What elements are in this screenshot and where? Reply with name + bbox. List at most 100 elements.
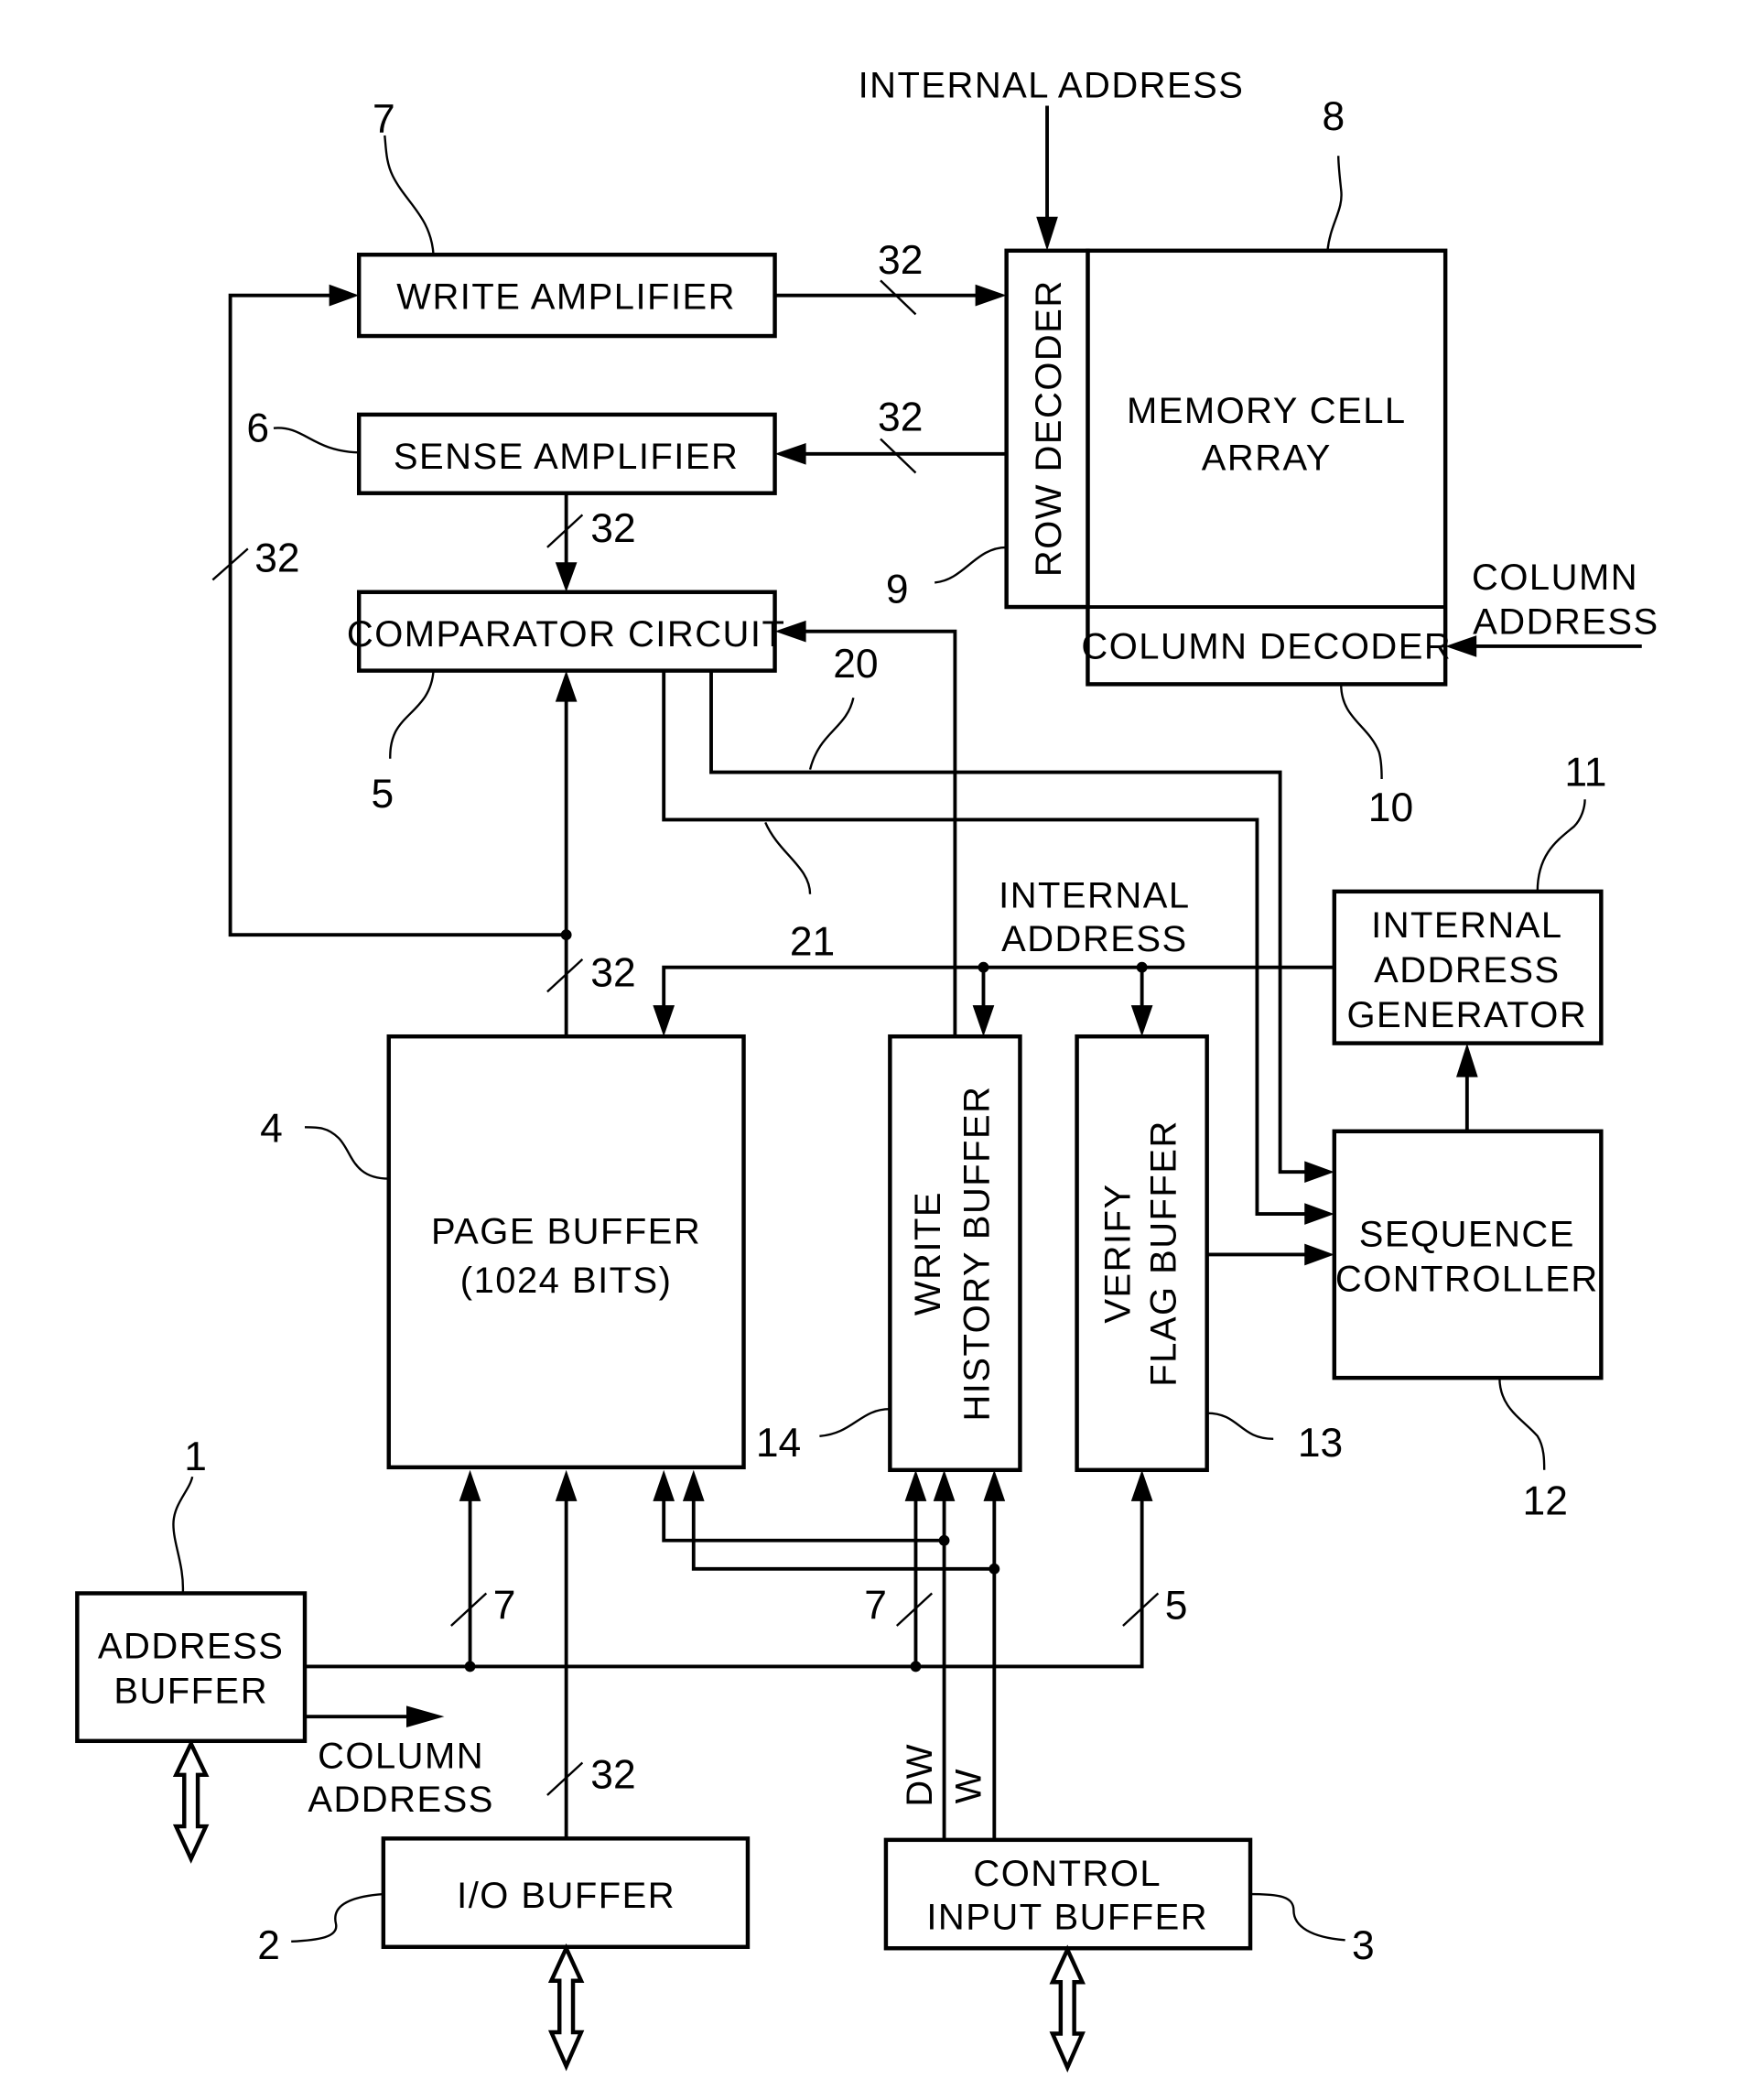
wa-to-array-slash <box>880 279 917 316</box>
address-buffer-label-2: BUFFER <box>113 1671 268 1711</box>
control-input-buffer-label-1: CONTROL <box>973 1854 1161 1894</box>
line-20-leader <box>808 697 855 770</box>
io-buffer-external-double-arrow <box>547 1943 585 2072</box>
block-diagram: WRITE AMPLIFIER SENSE AMPLIFIER COMPARAT… <box>75 66 1659 2073</box>
whb-to-comp-line <box>799 629 957 1037</box>
internal-address-top-label: INTERNAL ADDRESS <box>859 66 1245 106</box>
sequence-controller-label-2: CONTROLLER <box>1335 1259 1599 1299</box>
line-21-label: 21 <box>790 919 835 964</box>
column-address-left-label-1: COLUMN <box>318 1736 484 1776</box>
internal-address-bus <box>662 965 1334 1010</box>
ref-9-leader <box>935 546 1007 584</box>
comparator-circuit-label: COMPARATOR CIRCUIT <box>347 614 785 655</box>
junction-dot <box>560 929 572 941</box>
column-decoder-label: COLUMN DECODER <box>1081 626 1452 666</box>
ref-14: 14 <box>756 1421 801 1466</box>
ref-2: 2 <box>257 1923 280 1968</box>
addr-to-vfb-width: 5 <box>1165 1584 1188 1629</box>
ref-3: 3 <box>1352 1923 1375 1968</box>
ref-12-leader <box>1498 1378 1546 1470</box>
seq-to-iag-arrow <box>1456 1043 1478 1077</box>
control-input-external-double-arrow <box>1049 1944 1086 2073</box>
page-out-width: 32 <box>590 950 635 995</box>
io-buffer-label: I/O BUFFER <box>457 1876 675 1916</box>
io-in-width: 32 <box>590 1753 635 1798</box>
page-to-comp-arrow <box>555 670 578 702</box>
address-buffer-label-1: ADDRESS <box>98 1627 285 1667</box>
ref-7-leader <box>384 135 435 255</box>
feedback-loop-arrow <box>329 284 360 307</box>
column-address-right-label-2: ADDRESS <box>1473 602 1659 643</box>
column-address-left-label-2: ADDRESS <box>308 1780 494 1820</box>
ref-8: 8 <box>1322 94 1345 139</box>
w-to-whb-arrow <box>983 1469 1006 1501</box>
ref-7: 7 <box>373 97 395 142</box>
ref-2-leader <box>291 1892 384 1943</box>
ref-4: 4 <box>260 1107 283 1152</box>
ref-4-leader <box>304 1126 389 1180</box>
ref-11: 11 <box>1564 750 1606 795</box>
ref-8-leader <box>1326 156 1343 251</box>
page-buffer-label-1: PAGE BUFFER <box>431 1212 701 1252</box>
dw-to-whb-arrow <box>933 1469 956 1501</box>
junction-dot <box>938 1534 950 1546</box>
w-label: W <box>949 1768 989 1803</box>
sequence-controller-label-1: SEQUENCE <box>1359 1215 1575 1255</box>
memory-cell-array-label-1: MEMORY CELL <box>1127 391 1407 431</box>
sa-to-comp-arrow <box>555 562 578 592</box>
dw-to-page-arrow <box>653 1469 675 1501</box>
io-to-page-arrow <box>555 1469 578 1501</box>
line-21-leader <box>764 821 812 894</box>
ref-11-leader <box>1536 799 1586 892</box>
dw-label: DW <box>900 1743 940 1807</box>
ref-10: 10 <box>1368 785 1413 830</box>
internal-address-mid-label-2: ADDRESS <box>1001 919 1188 959</box>
array-to-sa-arrow <box>774 442 806 465</box>
ref-3-leader <box>1250 1892 1345 1942</box>
iab-to-page-arrow <box>653 1005 675 1037</box>
ref-1-leader <box>172 1476 194 1594</box>
line-20-label: 20 <box>833 642 878 687</box>
write-history-buffer-label-1: WRITE <box>908 1191 948 1315</box>
addr-to-whb-width: 7 <box>864 1584 887 1629</box>
control-input-buffer-label-2: INPUT BUFFER <box>926 1898 1208 1938</box>
address-buffer-box <box>75 1591 308 1744</box>
ref-10-leader <box>1340 684 1383 780</box>
write-amplifier-label: WRITE AMPLIFIER <box>396 276 736 317</box>
ref-6-leader <box>273 427 360 454</box>
junction-dot <box>989 1563 1000 1575</box>
junction-dot <box>910 1661 922 1672</box>
internal-address-mid-label-1: INTERNAL <box>999 876 1190 916</box>
ref-12: 12 <box>1523 1479 1568 1524</box>
internal-address-top-arrow <box>1036 216 1058 251</box>
array-to-sa-slash <box>880 438 917 474</box>
feedback-loop-width: 32 <box>254 536 299 581</box>
ref-5: 5 <box>372 772 394 817</box>
write-history-buffer-label-2: HISTORY BUFFER <box>956 1085 997 1421</box>
verify-flag-buffer-label-2: FLAG BUFFER <box>1144 1120 1184 1387</box>
internal-address-generator-label-3: GENERATOR <box>1346 995 1587 1035</box>
w-to-page-arrow <box>682 1469 705 1501</box>
memory-cell-array-label-2: ARRAY <box>1202 438 1332 479</box>
sense-amplifier-label: SENSE AMPLIFIER <box>394 437 739 477</box>
row-decoder-label: ROW DECODER <box>1029 279 1069 577</box>
ref-6: 6 <box>246 406 269 450</box>
wa-to-array-arrow <box>975 284 1007 307</box>
array-to-sa-width: 32 <box>878 395 923 440</box>
iab-to-whb-arrow <box>972 1005 995 1037</box>
address-bus <box>305 1497 1144 1669</box>
address-buffer-io-double-arrow <box>172 1738 210 1864</box>
verify-flag-buffer-label-1: VERIFY <box>1097 1183 1138 1323</box>
internal-address-generator-label-1: INTERNAL <box>1371 905 1562 946</box>
line-21-arrow <box>1304 1203 1334 1225</box>
addr-to-page-width: 7 <box>493 1584 516 1629</box>
junction-dot <box>978 961 989 973</box>
addr-to-vfb-arrow <box>1130 1469 1153 1501</box>
ref-14-leader <box>819 1408 891 1437</box>
iab-to-vfb-arrow <box>1130 1005 1153 1037</box>
line-20-arrow <box>1304 1161 1334 1184</box>
column-address-left-arrow <box>406 1705 445 1727</box>
junction-dot <box>1136 961 1148 973</box>
sa-to-comp-width: 32 <box>590 506 635 551</box>
addr-to-page-arrow <box>459 1469 481 1501</box>
